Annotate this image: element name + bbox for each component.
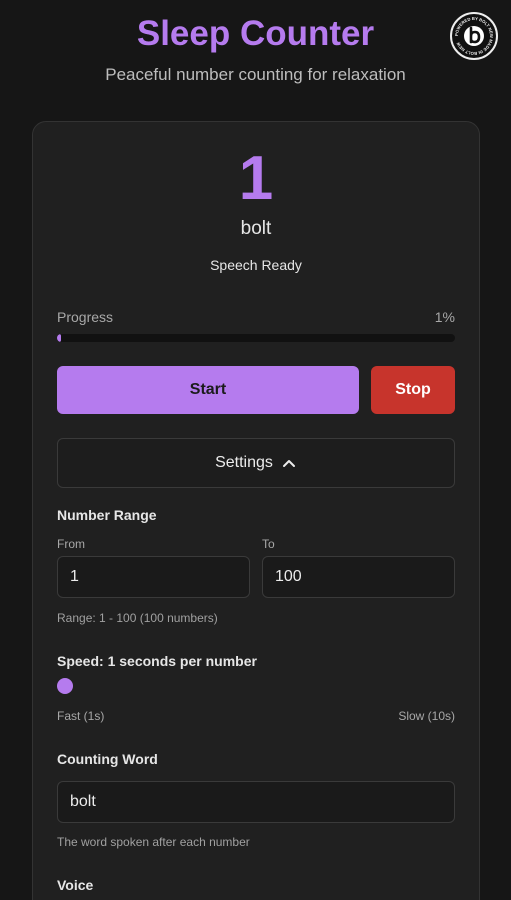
progress-percent: 1%: [434, 309, 455, 325]
speed-max-label: Slow (10s): [398, 709, 455, 723]
counting-word-label: Counting Word: [57, 751, 158, 767]
settings-toggle-label: Settings: [215, 454, 273, 471]
page-title: Sleep Counter: [136, 14, 375, 53]
current-number: 1: [238, 144, 274, 213]
range-from-input[interactable]: [57, 556, 250, 598]
progress-label: Progress: [57, 309, 114, 325]
speech-status: Speech Ready: [210, 257, 302, 273]
stop-button[interactable]: Stop: [371, 366, 455, 414]
speed-label: Speed: 1 seconds per number: [57, 653, 257, 669]
app-page: Sleep Counter Peaceful number counting f…: [0, 0, 511, 900]
bolt-logo-icon: POWERED BY BOLT NEW MADE IN BOLT NEW: [454, 16, 494, 56]
settings-toggle-button[interactable]: Settings: [57, 438, 455, 488]
range-summary: Range: 1 - 100 (100 numbers): [57, 611, 218, 625]
to-label: To: [262, 537, 275, 551]
speed-slider-thumb[interactable]: [57, 678, 73, 694]
counter-card: 1 bolt Speech Ready Progress 1% Start St…: [32, 121, 480, 900]
speed-slider[interactable]: [57, 678, 455, 694]
counting-word-display: bolt: [240, 218, 272, 239]
speed-min-label: Fast (1s): [57, 709, 105, 723]
counting-word-input[interactable]: [57, 781, 455, 823]
progress-bar-fill: [57, 334, 61, 342]
chevron-up-icon: [282, 460, 295, 467]
number-range-label: Number Range: [57, 507, 157, 523]
voice-label: Voice: [57, 877, 94, 893]
bolt-badge[interactable]: POWERED BY BOLT NEW MADE IN BOLT NEW: [450, 12, 498, 60]
progress-bar: [57, 334, 455, 342]
start-button[interactable]: Start: [57, 366, 359, 414]
page-subtitle: Peaceful number counting for relaxation: [105, 65, 406, 84]
from-label: From: [57, 537, 85, 551]
counting-word-hint: The word spoken after each number: [57, 835, 250, 849]
range-to-input[interactable]: [262, 556, 455, 598]
